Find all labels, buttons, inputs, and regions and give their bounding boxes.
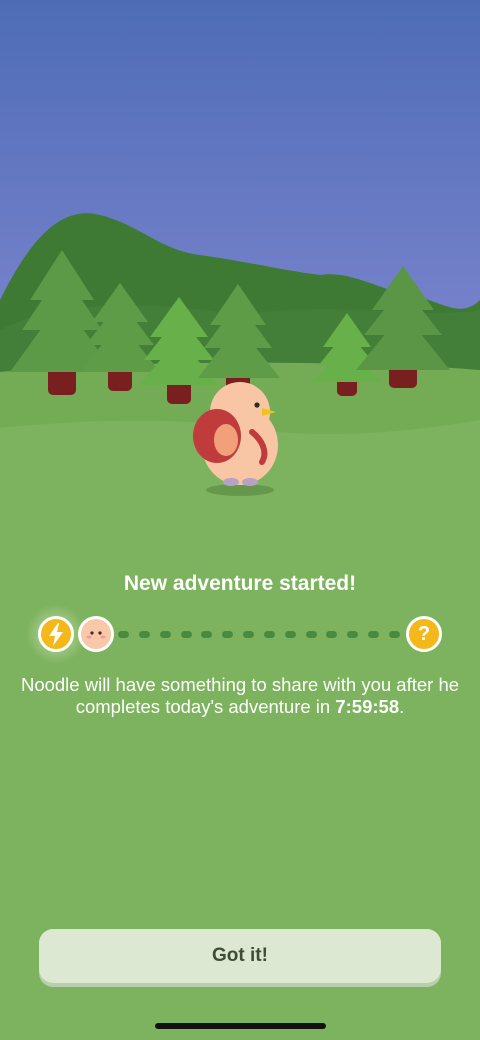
progress-dot: [243, 631, 255, 638]
progress-dot: [222, 631, 234, 638]
progress-dot: [388, 631, 400, 638]
progress-dot: [368, 631, 380, 638]
home-indicator[interactable]: [155, 1023, 326, 1029]
progress-dot: [263, 631, 275, 638]
adventure-scene: [0, 0, 480, 520]
progress-dot: [159, 631, 171, 638]
progress-dot: [326, 631, 338, 638]
progress-dot: [138, 631, 150, 638]
countdown-timer: 7:59:58: [335, 696, 400, 717]
question-glyph: ?: [417, 623, 431, 645]
chick-face-icon: [78, 616, 114, 652]
progress-dot: [180, 631, 192, 638]
question-mark-icon: ?: [406, 616, 442, 652]
progress-dot: [347, 631, 359, 638]
adventure-message: Noodle will have something to share with…: [20, 674, 460, 718]
lightning-icon: [38, 616, 74, 652]
progress-path: [118, 631, 400, 639]
message-suffix: .: [399, 696, 405, 717]
adventure-title: New adventure started!: [123, 572, 357, 595]
adventure-progress: ?: [0, 604, 480, 664]
progress-dot: [118, 631, 129, 638]
progress-dot: [201, 631, 213, 638]
progress-dot: [305, 631, 317, 638]
progress-dot: [284, 631, 296, 638]
got-it-button[interactable]: Got it!: [39, 929, 441, 983]
